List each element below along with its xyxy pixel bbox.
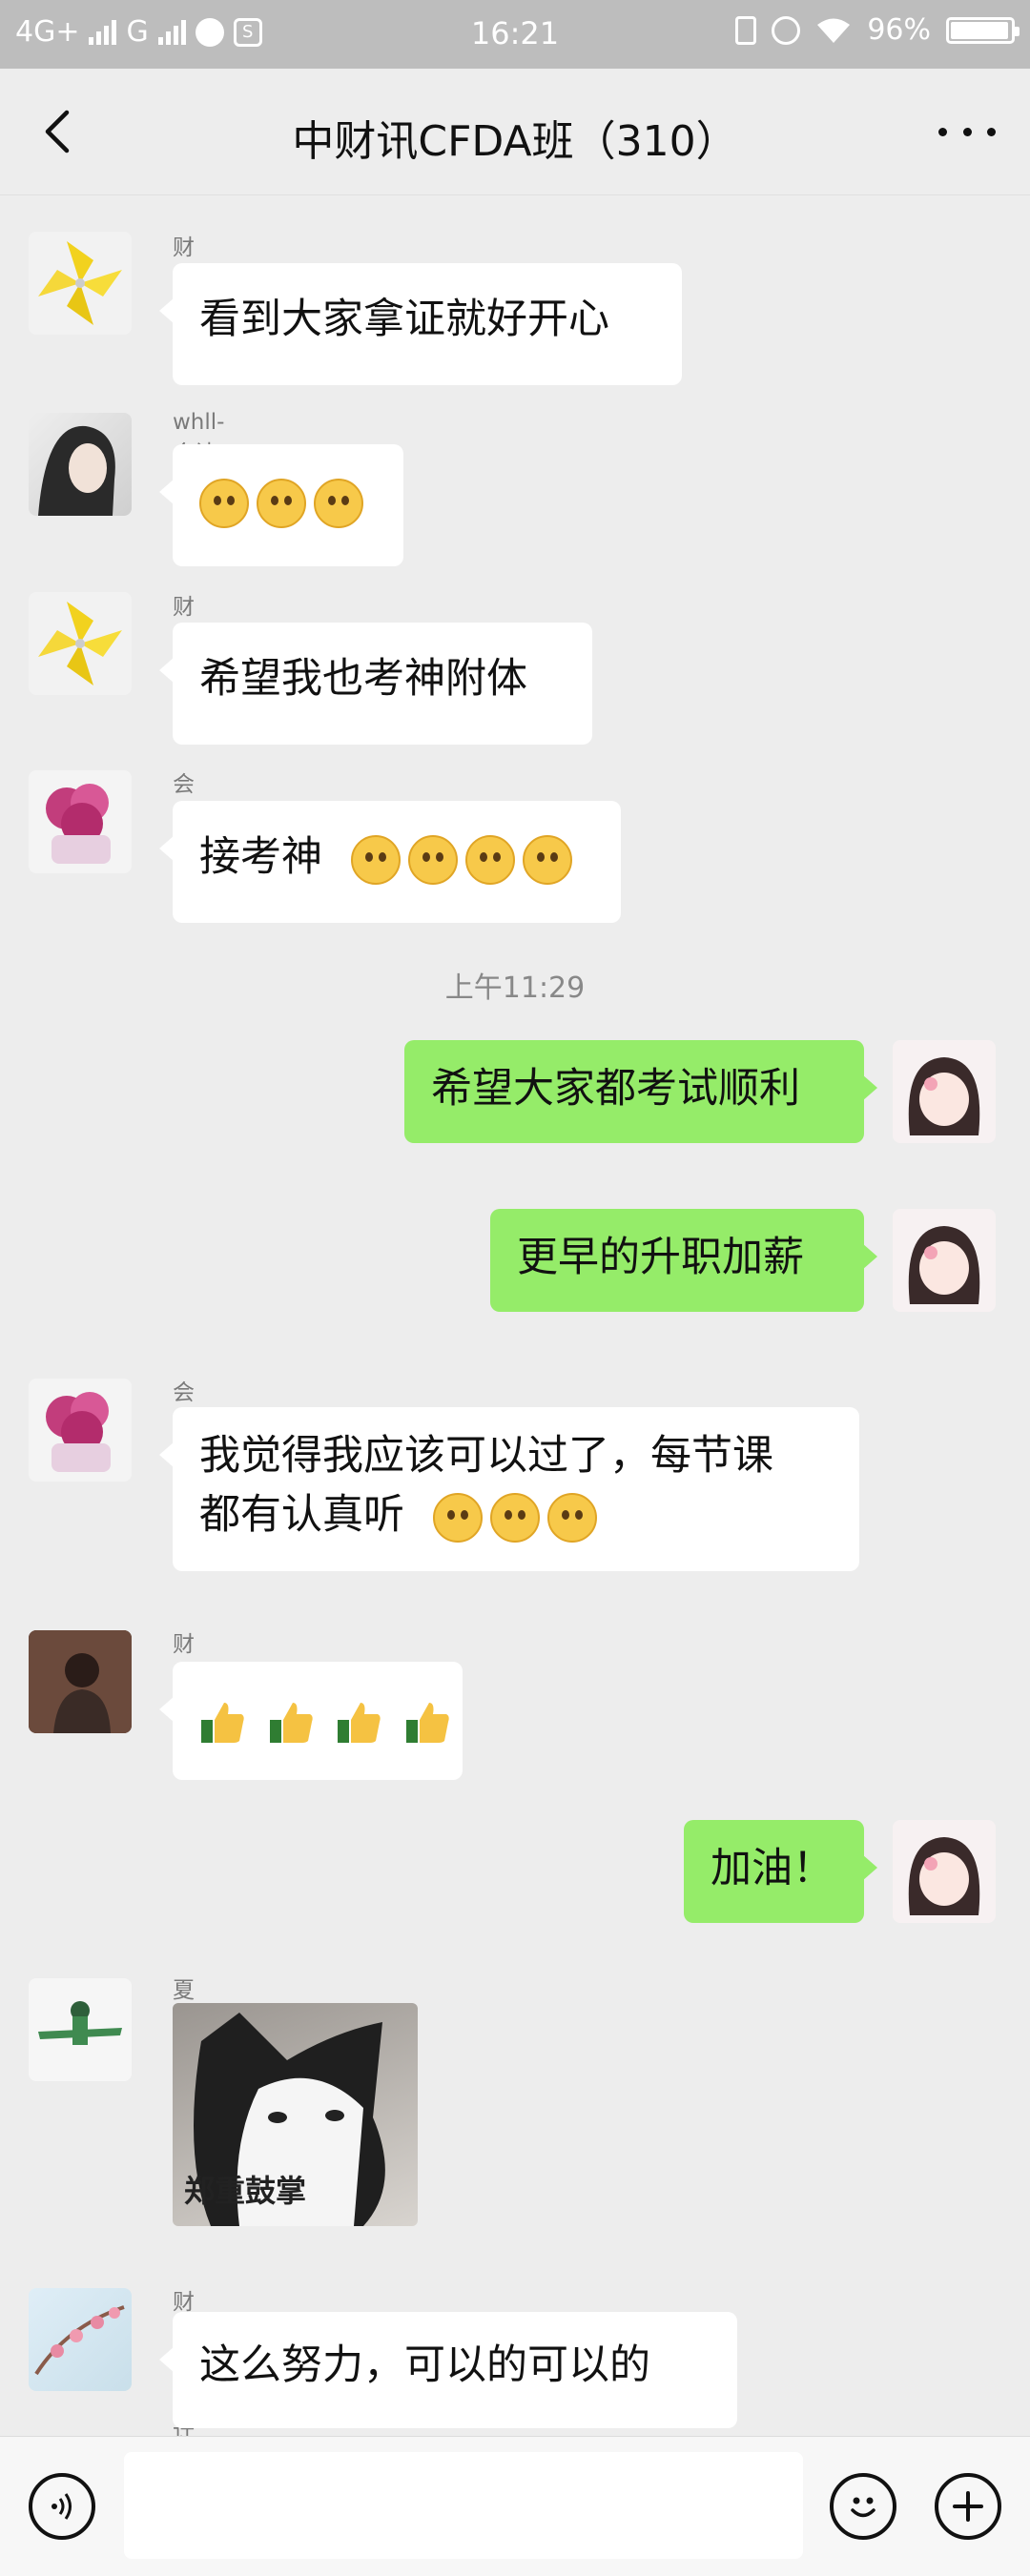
flower-bouquet-icon: [46, 784, 111, 864]
alarm-icon: [772, 15, 801, 45]
message-text: 希望我也考神附体: [199, 655, 527, 703]
message-text-line-1: 我觉得我应该可以过了，每节课: [199, 1432, 773, 1480]
battery-icon: [946, 16, 1020, 44]
battery-percent: 96%: [867, 13, 931, 47]
chat-title: 中财讯CFDA班（310）: [292, 117, 738, 166]
message-bubble[interactable]: 希望大家都考试顺利: [404, 1040, 877, 1143]
message-bubble[interactable]: [159, 1662, 463, 1780]
wifi-icon: [817, 18, 851, 43]
pinwheel-icon: [38, 602, 122, 685]
voice-toggle-button[interactable]: [29, 2473, 95, 2540]
message-bubble[interactable]: 加油！: [684, 1820, 877, 1923]
avatar[interactable]: [29, 1630, 132, 1733]
stretching-figure-icon: [38, 2001, 122, 2045]
plus-icon: [953, 2491, 983, 2522]
message-input[interactable]: [124, 2452, 803, 2559]
avatar[interactable]: [29, 413, 132, 516]
chat-header: 中财讯CFDA班（310）: [0, 69, 1030, 195]
smirk-face-icon: [432, 1492, 483, 1543]
cartoon-girl-icon: [908, 1837, 980, 1915]
message-text: 接考神: [199, 833, 322, 881]
battery-level: [951, 21, 1008, 39]
emoji-button[interactable]: [830, 2473, 896, 2540]
smirk-face-icon: [546, 1492, 597, 1543]
avatar[interactable]: [893, 1209, 996, 1312]
smirk-face-icon: [350, 834, 401, 885]
message-text: 这么努力，可以的可以的: [199, 2341, 650, 2389]
thumbs-up-icon: [338, 1702, 381, 1743]
hushed-face-icon: [257, 478, 306, 528]
avatar[interactable]: [29, 1978, 132, 2081]
thumbs-up-icon: [269, 1702, 313, 1743]
vibrate-icon: [735, 15, 757, 45]
avatar[interactable]: [29, 770, 132, 873]
message-text: 更早的升职加薪: [517, 1234, 804, 1281]
message-text: 看到大家拿证就好开心: [199, 296, 609, 343]
avatar[interactable]: [29, 232, 132, 335]
message-bubble[interactable]: [159, 444, 403, 566]
message-text: 希望大家都考试顺利: [431, 1065, 800, 1113]
cartoon-girl-icon: [908, 1057, 980, 1135]
thumbs-up-icon: [406, 1702, 449, 1743]
message-bubble[interactable]: 希望我也考神附体: [159, 623, 592, 745]
more-actions-button[interactable]: [935, 2473, 1001, 2540]
message-text-line-2: 都有认真听: [199, 1491, 404, 1539]
avatar[interactable]: [893, 1820, 996, 1923]
flower-bouquet-icon: [46, 1392, 111, 1472]
thumbs-up-icon: [201, 1702, 244, 1743]
more-options-icon[interactable]: [938, 107, 996, 156]
message-text: 加油！: [711, 1845, 834, 1892]
sticker-image[interactable]: 郑重鼓掌: [173, 2003, 418, 2226]
smiley-icon: [851, 2497, 876, 2518]
avatar[interactable]: [29, 2288, 132, 2391]
message-bubble[interactable]: 我觉得我应该可以过了，每节课 都有认真听: [159, 1407, 859, 1571]
message-bubble[interactable]: 更早的升职加薪: [490, 1209, 877, 1312]
smirk-face-icon: [522, 834, 572, 885]
avatar[interactable]: [29, 592, 132, 695]
message-bubble[interactable]: 看到大家拿证就好开心: [159, 263, 682, 385]
sticker-caption: 郑重鼓掌: [184, 2173, 307, 2209]
status-right: 96%: [735, 13, 1020, 47]
chat-input-bar: [0, 2436, 1030, 2576]
avatar[interactable]: [893, 1040, 996, 1143]
person-photo-icon: [29, 1630, 132, 1733]
hushed-face-icon: [199, 478, 249, 528]
message-bubble[interactable]: 接考神: [159, 801, 621, 923]
status-bar: 4G+ G S 16:21 96%: [0, 0, 1030, 69]
smirk-face-icon: [464, 834, 515, 885]
smirk-face-icon: [407, 834, 458, 885]
avatar[interactable]: [29, 1379, 132, 1482]
pinwheel-icon: [38, 241, 122, 325]
message-bubble[interactable]: 这么努力，可以的可以的: [159, 2312, 737, 2428]
smirk-face-icon: [489, 1492, 540, 1543]
flower-branch-icon: [34, 2305, 125, 2376]
timestamp: 上午11:29: [444, 971, 586, 1005]
portrait-icon: [38, 425, 115, 516]
cartoon-girl-icon: [908, 1226, 980, 1304]
voice-icon: [52, 2493, 72, 2520]
hushed-face-icon: [314, 478, 363, 528]
